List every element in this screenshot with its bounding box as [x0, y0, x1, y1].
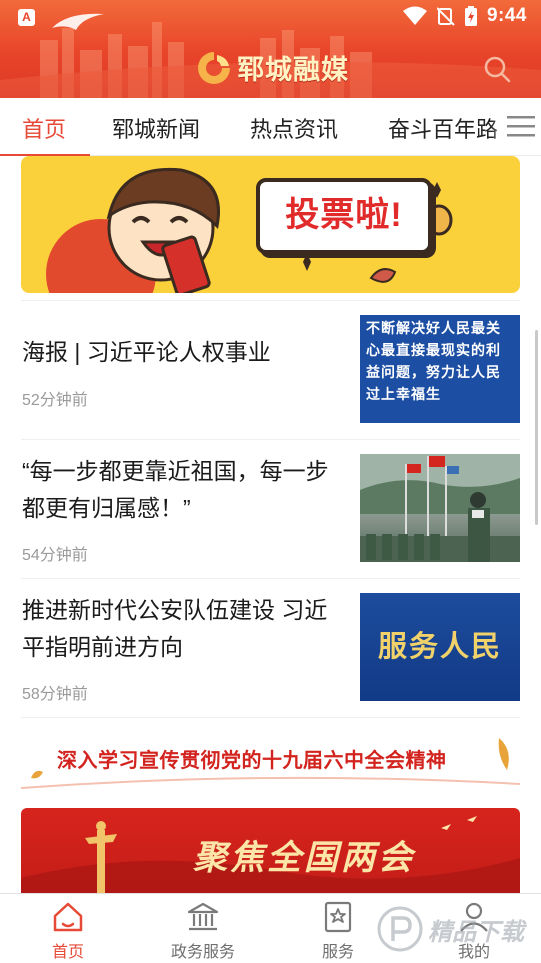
- tab-hot-news[interactable]: 热点资讯: [250, 112, 338, 144]
- news-title[interactable]: 海报 | 习近平论人权事业: [22, 334, 347, 371]
- two-sessions-banner[interactable]: 聚焦全国两会: [21, 808, 520, 893]
- news-title[interactable]: “每一步都更靠近祖国，每一步都更有归属感！”: [22, 453, 347, 527]
- dove-icon: [52, 13, 104, 30]
- app-title: 郓城融媒: [237, 55, 349, 86]
- news-feed[interactable]: 投票啦! 海报 | 习近平论人权事业 52分钟前 不断解决好人民最关心最直接最现…: [0, 156, 541, 893]
- divider: [21, 439, 520, 440]
- watermark-text: 精品下载: [428, 918, 524, 946]
- app-header: A 9:44 郓城融媒: [0, 0, 541, 98]
- logo-mark-icon: [198, 51, 230, 84]
- divider: [21, 717, 520, 718]
- news-time: 52分钟前: [22, 392, 88, 409]
- tab-home[interactable]: 首页: [22, 112, 66, 144]
- download-site-watermark: 精品下载: [376, 905, 524, 953]
- nav-service-label: 服务: [321, 944, 354, 961]
- news-item[interactable]: “每一步都更靠近祖国，每一步都更有归属感！” 54分钟前: [0, 453, 541, 579]
- category-tabs: 首页 郓城新闻 热点资讯 奋斗百年路: [0, 98, 541, 156]
- slogan-banner[interactable]: 深入学习宣传贯彻党的十九届六中全会精神: [21, 724, 520, 792]
- status-bar: A 9:44: [0, 0, 541, 34]
- menu-icon[interactable]: [507, 114, 535, 138]
- vote-banner-text: 投票啦!: [285, 196, 403, 234]
- nav-government-service-label: 政务服务: [170, 944, 235, 961]
- two-sessions-text: 聚焦全国两会: [193, 838, 415, 878]
- slogan-text: 深入学习宣传贯彻党的十九届六中全会精神: [57, 748, 447, 772]
- app-notification-icon: A: [18, 9, 35, 26]
- wifi-icon: [402, 6, 427, 25]
- news-item[interactable]: 海报 | 习近平论人权事业 52分钟前 不断解决好人民最关心最直接最现实的利益问…: [0, 314, 541, 440]
- battery-icon: [464, 6, 477, 26]
- service-icon: [324, 901, 352, 933]
- scrollbar[interactable]: [535, 330, 538, 525]
- news-item[interactable]: 推进新时代公安队伍建设 习近平指明前进方向 58分钟前 服务人民: [0, 592, 541, 718]
- divider: [21, 578, 520, 579]
- thumbnail-text: 服务人民: [377, 631, 502, 663]
- tab-yuncheng-news[interactable]: 郓城新闻: [112, 112, 200, 144]
- government-icon: [187, 902, 219, 931]
- search-icon[interactable]: [483, 55, 511, 83]
- flag-ceremony-photo: [360, 454, 520, 562]
- news-thumbnail[interactable]: 服务人民: [360, 593, 520, 701]
- watermark-logo-icon: [377, 906, 423, 952]
- status-icons: 9:44: [402, 5, 527, 27]
- nav-service[interactable]: 服务: [288, 900, 388, 962]
- news-time: 58分钟前: [22, 686, 88, 703]
- nav-home[interactable]: 首页: [18, 900, 118, 962]
- vote-sign: 投票啦!: [256, 178, 432, 254]
- app-logo: 郓城融媒: [195, 48, 349, 87]
- vote-banner[interactable]: 投票啦!: [21, 156, 520, 293]
- no-signal-icon: [436, 7, 455, 26]
- news-title[interactable]: 推进新时代公安队伍建设 习近平指明前进方向: [22, 592, 347, 666]
- news-time: 54分钟前: [22, 547, 88, 564]
- divider: [21, 300, 520, 301]
- tab-centenary[interactable]: 奋斗百年路: [388, 112, 498, 144]
- home-icon: [53, 902, 83, 932]
- thumbnail-text: 不断解决好人民最关心最直接最现实的利益问题，努力让人民过上幸福生: [366, 320, 501, 402]
- nav-government-service[interactable]: 政务服务: [153, 900, 253, 962]
- status-time: 9:44: [486, 5, 527, 26]
- nav-home-label: 首页: [51, 944, 84, 961]
- news-thumbnail[interactable]: [360, 454, 520, 562]
- news-thumbnail[interactable]: 不断解决好人民最关心最直接最现实的利益问题，努力让人民过上幸福生: [360, 315, 520, 423]
